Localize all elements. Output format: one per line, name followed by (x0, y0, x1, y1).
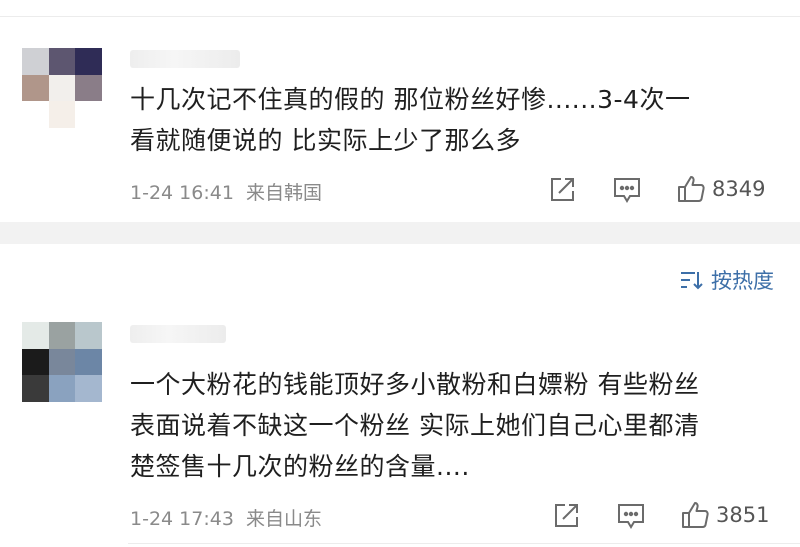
avatar-pixel (22, 348, 49, 376)
avatar-pixel (22, 74, 49, 102)
section-separator (0, 222, 800, 244)
avatar-pixel (48, 348, 76, 376)
thumbs-up-icon (678, 176, 705, 202)
reply-button[interactable] (612, 176, 642, 204)
share-button[interactable] (552, 502, 580, 530)
avatar-pixel (48, 375, 76, 402)
comment-text-line: 楚签售十几次的粉丝的含量.... (130, 452, 470, 481)
sort-icon (681, 272, 703, 290)
comment-meta: 1-24 17:43 来自山东 (130, 504, 322, 531)
thumbs-up-icon (682, 502, 709, 528)
reply-button[interactable] (616, 502, 646, 530)
comment-icon (614, 178, 640, 203)
like-count: 8349 (712, 177, 766, 201)
avatar-pixel (75, 322, 102, 349)
comment-time: 1-24 16:41 (130, 182, 234, 204)
avatar-pixel (48, 48, 76, 75)
comment-meta: 1-24 16:41 来自韩国 (130, 178, 322, 205)
comment-text-line: 一个大粉花的钱能顶好多小散粉和白嫖粉 有些粉丝 (130, 370, 700, 399)
sort-label: 按热度 (711, 269, 774, 293)
avatar-pixel (22, 375, 49, 402)
like-count: 3851 (716, 503, 770, 527)
top-divider (0, 16, 800, 17)
avatar-pixel (75, 101, 102, 128)
like-button[interactable]: 8349 (676, 174, 765, 204)
avatar-pixel (48, 322, 76, 349)
share-icon (551, 178, 574, 201)
like-button[interactable]: 3851 (680, 500, 769, 530)
comment-text: 十几次记不住真的假的 那位粉丝好惨......3-4次一 看就随便说的 比实际上… (130, 79, 690, 161)
avatar[interactable] (22, 48, 102, 128)
comment-time: 1-24 17:43 (130, 508, 234, 530)
avatar-pixel (75, 375, 102, 402)
comment-icon (618, 504, 644, 529)
avatar-pixel (75, 348, 102, 376)
avatar-pixel (75, 74, 102, 102)
share-icon (555, 504, 578, 527)
bottom-divider (128, 543, 800, 544)
avatar-pixel (22, 322, 49, 349)
sort-button[interactable]: 按热度 (679, 265, 774, 295)
avatar-pixel (22, 48, 49, 75)
username[interactable] (130, 50, 240, 68)
avatar-pixel (22, 101, 49, 128)
comment-text-line: 看就随便说的 比实际上少了那么多 (130, 126, 521, 155)
comment-source: 来自韩国 (246, 182, 323, 204)
comment-text-line: 表面说着不缺这一个粉丝 实际上她们自己心里都清 (130, 411, 700, 440)
username[interactable] (130, 325, 226, 343)
share-button[interactable] (548, 176, 576, 204)
avatar-pixel (48, 101, 76, 128)
avatar-pixel (75, 48, 102, 75)
comment-text: 一个大粉花的钱能顶好多小散粉和白嫖粉 有些粉丝 表面说着不缺这一个粉丝 实际上她… (130, 364, 699, 487)
comment-text-line: 十几次记不住真的假的 那位粉丝好惨......3-4次一 (130, 85, 691, 114)
comment-source: 来自山东 (246, 508, 323, 530)
avatar-pixel (48, 74, 76, 102)
avatar[interactable] (22, 322, 102, 402)
